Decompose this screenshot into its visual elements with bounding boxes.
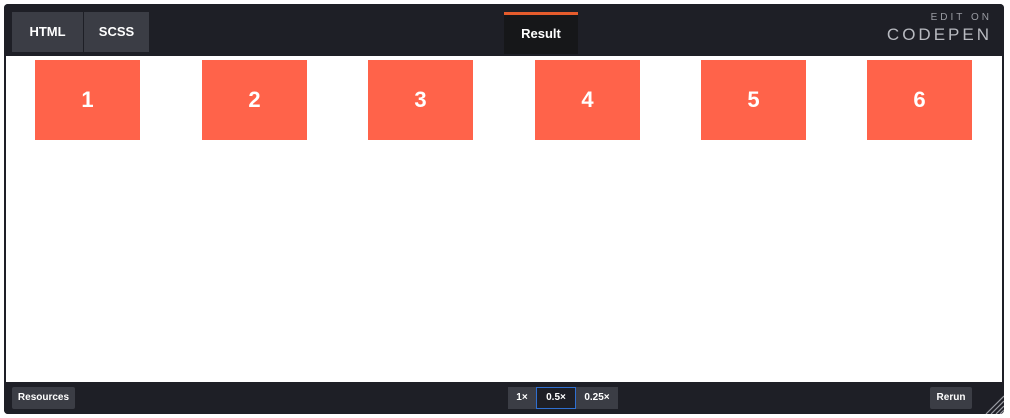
- tab-html[interactable]: HTML: [12, 12, 83, 52]
- rerun-button[interactable]: Rerun: [930, 387, 972, 409]
- box-1: 1: [35, 60, 140, 140]
- box-6: 6: [867, 60, 972, 140]
- tab-scss[interactable]: SCSS: [84, 12, 149, 52]
- zoom-1x-button[interactable]: 1×: [508, 387, 536, 409]
- editor-tab-bar: HTML SCSS Result EDIT ON CODEPEN: [4, 4, 1004, 54]
- resize-grip-icon[interactable]: [982, 392, 1004, 414]
- edit-on-codepen-link[interactable]: EDIT ON CODEPEN: [882, 12, 992, 48]
- box-3: 3: [368, 60, 473, 140]
- embed-footer: Resources 1× 0.5× 0.25× Rerun: [4, 382, 1004, 414]
- zoom-0-5x-button[interactable]: 0.5×: [536, 387, 576, 409]
- resources-button[interactable]: Resources: [12, 387, 75, 409]
- tab-result[interactable]: Result: [504, 12, 578, 54]
- codepen-logo: CODEPEN: [886, 25, 992, 44]
- box-4: 4: [535, 60, 640, 140]
- result-preview: 1 2 3 4 5 6: [6, 56, 1002, 382]
- zoom-0-25x-button[interactable]: 0.25×: [576, 387, 618, 409]
- box-5: 5: [701, 60, 806, 140]
- box-2: 2: [202, 60, 307, 140]
- codepen-embed: HTML SCSS Result EDIT ON CODEPEN 1 2 3 4…: [4, 4, 1004, 414]
- edit-on-label: EDIT ON: [930, 12, 992, 23]
